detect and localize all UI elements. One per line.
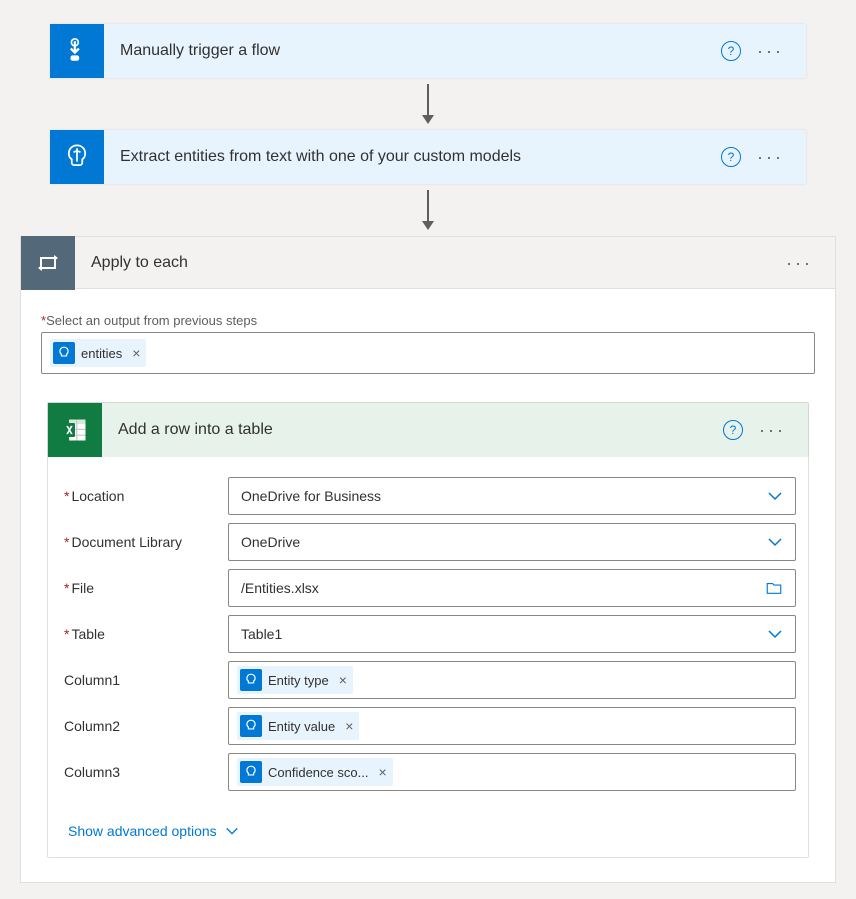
add-row-header[interactable]: Add a row into a table ? ··· <box>48 403 808 457</box>
file-picker[interactable]: /Entities.xlsx <box>228 569 796 607</box>
loop-icon <box>21 236 75 290</box>
ai-token-icon <box>53 342 75 364</box>
token-remove-icon[interactable]: × <box>339 672 347 688</box>
apply-to-each-container: Apply to each ··· *Select an output from… <box>20 236 836 883</box>
column2-field[interactable]: Entity value × <box>228 707 796 745</box>
token-remove-icon[interactable]: × <box>345 718 353 734</box>
output-selector-label: *Select an output from previous steps <box>41 313 815 328</box>
ai-token-icon <box>240 761 262 783</box>
ai-builder-icon <box>50 130 104 184</box>
trigger-step[interactable]: Manually trigger a flow ? ··· <box>50 24 806 78</box>
show-advanced-options[interactable]: Show advanced options <box>68 823 239 839</box>
folder-icon[interactable] <box>765 579 783 597</box>
doclib-dropdown[interactable]: OneDrive <box>228 523 796 561</box>
apply-to-each-title: Apply to each <box>75 254 782 272</box>
confidence-score-token[interactable]: Confidence sco... × <box>237 758 393 786</box>
help-icon[interactable]: ? <box>721 147 741 167</box>
param-file: *File /Entities.xlsx <box>60 569 796 607</box>
apply-to-each-header[interactable]: Apply to each ··· <box>21 237 835 289</box>
location-dropdown[interactable]: OneDrive for Business <box>228 477 796 515</box>
chevron-down-icon <box>767 488 783 504</box>
ai-token-icon <box>240 669 262 691</box>
table-dropdown[interactable]: Table1 <box>228 615 796 653</box>
more-menu-icon[interactable]: ··· <box>753 144 788 170</box>
param-location: *Location OneDrive for Business <box>60 477 796 515</box>
param-column2: Column2 Entity value × <box>60 707 796 745</box>
ai-token-icon <box>240 715 262 737</box>
param-column3: Column3 Confidence sco... × <box>60 753 796 791</box>
extract-step[interactable]: Extract entities from text with one of y… <box>50 130 806 184</box>
more-menu-icon[interactable]: ··· <box>755 417 790 443</box>
connector-arrow <box>427 84 429 122</box>
help-icon[interactable]: ? <box>723 420 743 440</box>
chevron-down-icon <box>767 626 783 642</box>
token-remove-icon[interactable]: × <box>132 345 140 361</box>
help-icon[interactable]: ? <box>721 41 741 61</box>
add-row-action: Add a row into a table ? ··· *Location O… <box>47 402 809 858</box>
column3-field[interactable]: Confidence sco... × <box>228 753 796 791</box>
entity-value-token[interactable]: Entity value × <box>237 712 359 740</box>
output-selector-field[interactable]: entities × <box>41 332 815 374</box>
param-column1: Column1 Entity type × <box>60 661 796 699</box>
param-doclib: *Document Library OneDrive <box>60 523 796 561</box>
column1-field[interactable]: Entity type × <box>228 661 796 699</box>
excel-icon <box>48 403 102 457</box>
trigger-icon <box>50 24 104 78</box>
more-menu-icon[interactable]: ··· <box>753 38 788 64</box>
chevron-down-icon <box>225 824 239 838</box>
param-table: *Table Table1 <box>60 615 796 653</box>
trigger-title: Manually trigger a flow <box>104 42 721 60</box>
add-row-title: Add a row into a table <box>102 421 723 439</box>
token-remove-icon[interactable]: × <box>378 764 386 780</box>
extract-title: Extract entities from text with one of y… <box>104 148 721 166</box>
chevron-down-icon <box>767 534 783 550</box>
entity-type-token[interactable]: Entity type × <box>237 666 353 694</box>
connector-arrow <box>427 190 429 228</box>
entities-token[interactable]: entities × <box>50 339 146 367</box>
more-menu-icon[interactable]: ··· <box>782 250 817 276</box>
